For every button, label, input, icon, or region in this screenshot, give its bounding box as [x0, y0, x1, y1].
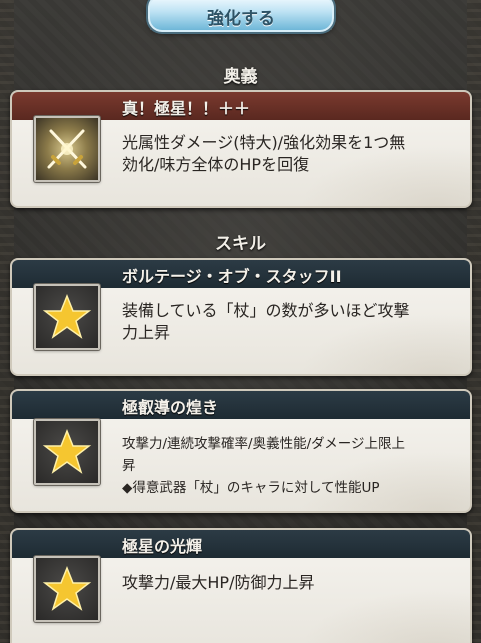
skill-description-line: 装備している「杖」の数が多いほど攻撃 [122, 301, 410, 320]
skill-icon-frame [34, 284, 100, 350]
star-icon [42, 428, 92, 474]
ougi-description-line: 光属性ダメージ(特大)/強化効果を1つ無 [122, 133, 406, 152]
ougi-name: 真！極星！！＋＋ [122, 99, 251, 118]
skill-description: 攻撃力/連続攻撃確率/奥義性能/ダメージ上限上 昇 ◆得意武器「杖」のキャラに対… [122, 433, 456, 499]
ougi-card[interactable]: 真！極星！！＋＋ 光属性ダメージ(特大)/強化効果を1つ無 効化/味方全体のHP… [10, 90, 472, 208]
skill-title-band [12, 530, 470, 558]
enhance-button[interactable]: 強化する [148, 0, 334, 32]
star-icon [42, 293, 92, 339]
skill-name: ボルテージ・オブ・スタッフII [122, 267, 342, 286]
ougi-icon-frame [34, 116, 100, 182]
skill-name: 極叡導の煌き [122, 398, 219, 417]
enhance-button-label: 強化する [207, 8, 275, 29]
skill-icon-frame [34, 556, 100, 622]
skill-card-3[interactable]: 極星の光輝 攻撃力/最大HP/防御力上昇 [10, 528, 472, 643]
skill-title-band [12, 391, 470, 419]
skill-description-line: 力上昇 [122, 323, 171, 342]
skill-description-line: 攻撃力/連続攻撃確率/奥義性能/ダメージ上限上 [122, 436, 405, 452]
skill-description-line: 攻撃力/最大HP/防御力上昇 [122, 573, 315, 592]
skill-card-2[interactable]: 極叡導の煌き 攻撃力/連続攻撃確率/奥義性能/ダメージ上限上 昇 ◆得意武器「杖… [10, 389, 472, 513]
skill-section-header: スキル [215, 234, 266, 254]
ougi-description-line: 効化/味方全体のHPを回復 [122, 155, 310, 174]
crossed-swords-icon [47, 129, 87, 169]
card-flourish [300, 590, 470, 643]
ougi-description: 光属性ダメージ(特大)/強化効果を1つ無 効化/味方全体のHPを回復 [122, 132, 456, 176]
skill-icon-frame [34, 419, 100, 485]
skill-description-line: ◆得意武器「杖」のキャラに対して性能UP [122, 480, 380, 496]
skill-name: 極星の光輝 [122, 537, 203, 556]
star-icon [42, 565, 92, 611]
ougi-section-header: 奥義 [223, 67, 258, 87]
skill-description: 装備している「杖」の数が多いほど攻撃 力上昇 [122, 300, 456, 344]
skill-description: 攻撃力/最大HP/防御力上昇 [122, 572, 456, 594]
skill-description-line: 昇 [122, 458, 136, 474]
skill-card-1[interactable]: ボルテージ・オブ・スタッフII 装備している「杖」の数が多いほど攻撃 力上昇 [10, 258, 472, 376]
